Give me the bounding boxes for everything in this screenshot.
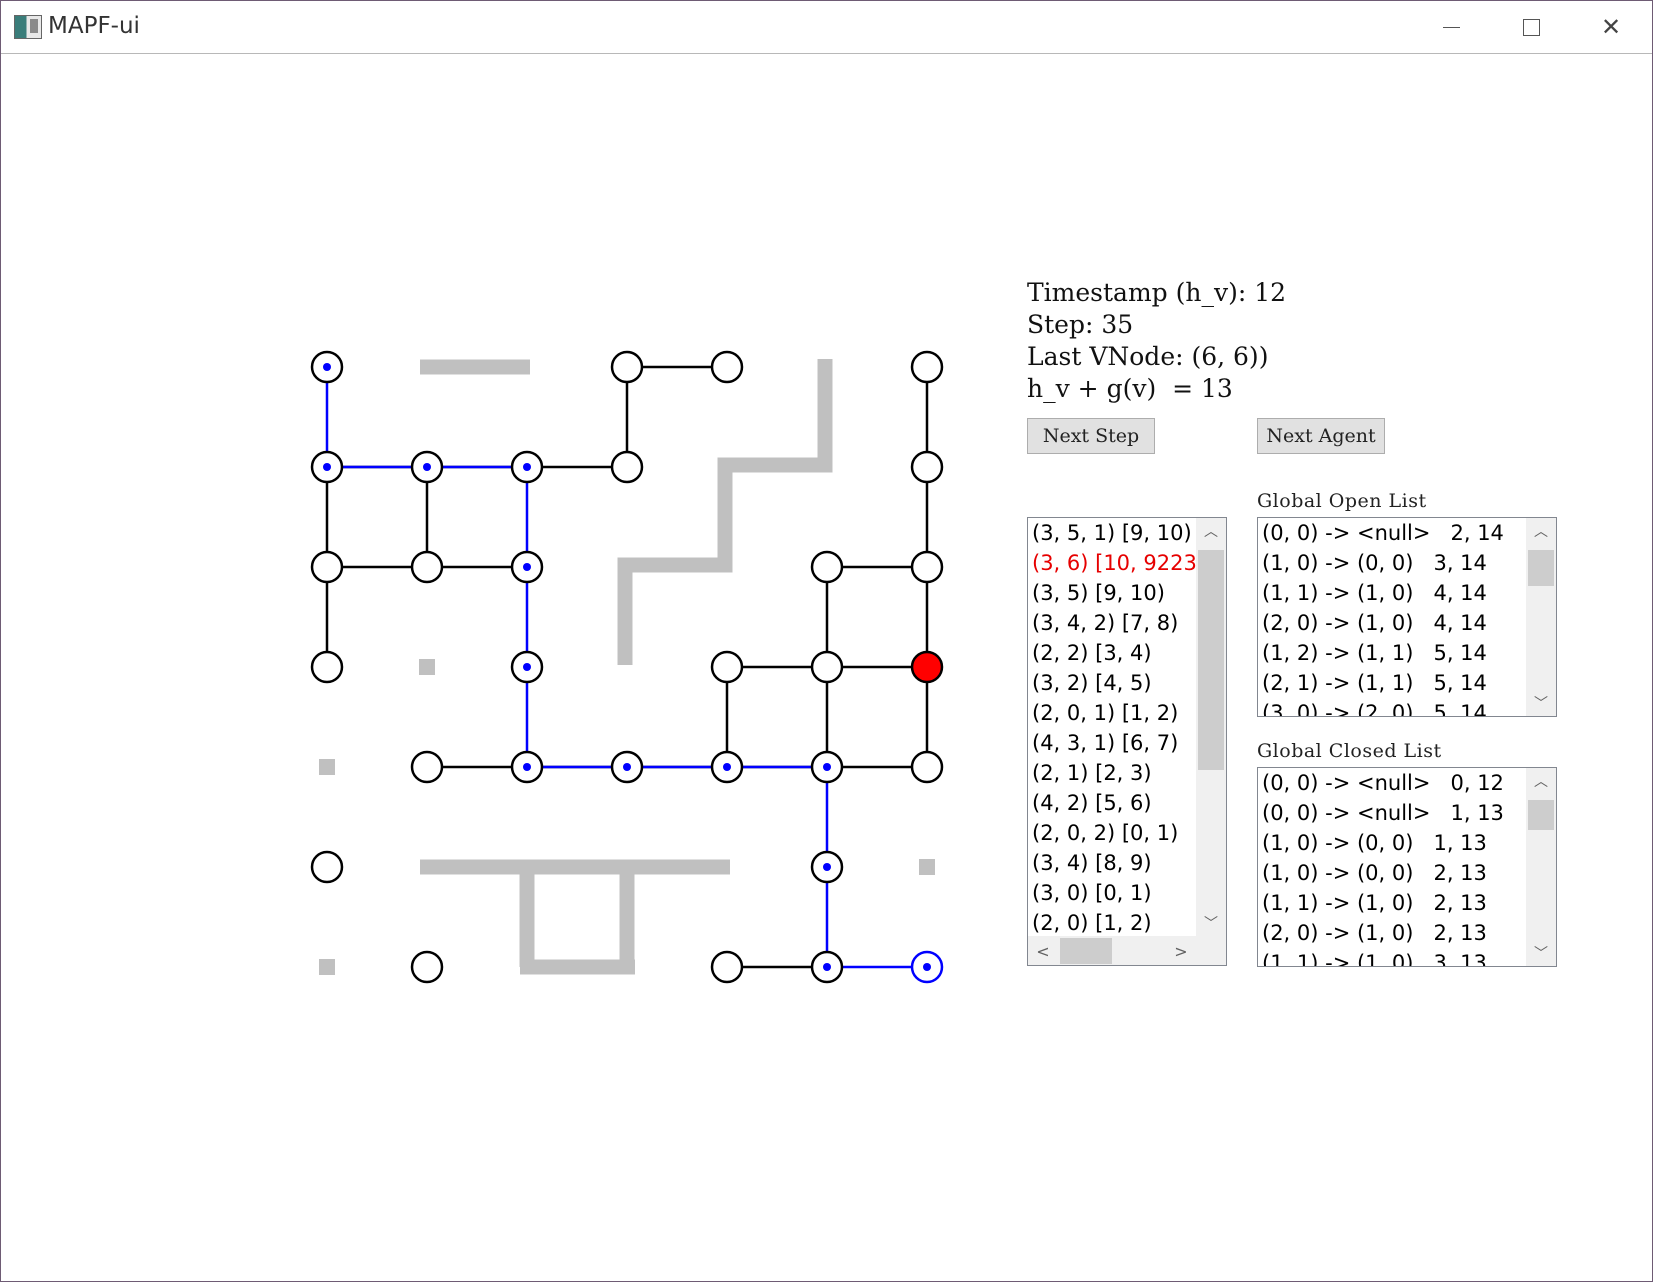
local-list[interactable]: (3, 5, 1) [9, 10)(3, 6) [10, 92233720368… (1027, 517, 1227, 966)
path-waypoint (623, 763, 631, 771)
next-agent-button[interactable]: Next Agent (1257, 418, 1385, 454)
open-list-title: Global Open List (1257, 490, 1427, 512)
path-waypoint (323, 363, 331, 371)
graph-node (610, 350, 644, 384)
list-item[interactable]: (2, 0) -> (1, 0) 4, 14 (1258, 608, 1504, 638)
path-waypoint (523, 763, 531, 771)
graph-node (410, 550, 444, 584)
scroll-right-icon[interactable]: > (1166, 936, 1196, 965)
path-waypoint (523, 463, 531, 471)
list-item[interactable]: (0, 0) -> <null> 1, 13 (1258, 798, 1504, 828)
local-list-vscrollbar[interactable]: ︿ ﹀ (1196, 518, 1226, 936)
closed-list-title: Global Closed List (1257, 740, 1442, 762)
list-item[interactable]: (1, 1) -> (1, 0) 4, 14 (1258, 578, 1504, 608)
open-list-vscrollbar[interactable]: ︿ ﹀ (1526, 518, 1556, 716)
path-waypoint (823, 963, 831, 971)
graph-node (710, 650, 744, 684)
graph-node (610, 450, 644, 484)
path-waypoint (723, 763, 731, 771)
path-waypoint (923, 963, 931, 971)
list-item[interactable]: (1, 0) -> (0, 0) 1, 13 (1258, 828, 1504, 858)
obstacle-wall (617, 359, 833, 665)
scroll-left-icon[interactable]: < (1028, 936, 1058, 965)
last-vnode-label: Last VNode: (6, 6)) (1027, 342, 1269, 371)
closed-list-items: (0, 0) -> <null> 0, 12 (0, 0) -> <null> 1… (1258, 768, 1504, 966)
path-waypoint (523, 663, 531, 671)
list-item[interactable]: (0, 0) -> <null> 2, 14 (1258, 518, 1504, 548)
graph-node (310, 550, 344, 584)
hscroll-thumb[interactable] (1060, 938, 1112, 964)
obstacle-block (319, 959, 335, 975)
graph-node (410, 950, 444, 984)
scroll-up-icon[interactable]: ︿ (1526, 518, 1556, 544)
graph-node (910, 450, 944, 484)
scroll-thumb[interactable] (1198, 550, 1224, 770)
scroll-down-icon[interactable]: ﹀ (1196, 910, 1226, 936)
obstacle-block (919, 859, 935, 875)
graph-node (710, 950, 744, 984)
graph-node (810, 650, 844, 684)
list-item[interactable]: (2, 1) -> (1, 1) 5, 14 (1258, 668, 1504, 698)
scroll-up-icon[interactable]: ︿ (1526, 768, 1556, 794)
timestamp-label: Timestamp (h_v): 12 (1027, 278, 1287, 307)
path-waypoint (823, 763, 831, 771)
path-waypoint (323, 463, 331, 471)
graph-node (310, 850, 344, 884)
graph-node (710, 350, 744, 384)
list-item[interactable]: (3, 0) -> (2, 0) 5, 14 (1258, 698, 1504, 716)
closed-list-vscrollbar[interactable]: ︿ ﹀ (1526, 768, 1556, 966)
obstacle-block (419, 659, 435, 675)
scroll-down-icon[interactable]: ﹀ (1526, 940, 1556, 966)
step-label: Step: 35 (1027, 310, 1134, 339)
path-waypoint (423, 463, 431, 471)
closed-list[interactable]: (0, 0) -> <null> 0, 12 (0, 0) -> <null> 1… (1257, 767, 1557, 967)
local-list-hscrollbar[interactable]: < > (1028, 936, 1226, 965)
list-item[interactable]: (1, 0) -> (0, 0) 2, 13 (1258, 858, 1504, 888)
path-waypoint (823, 863, 831, 871)
scroll-thumb[interactable] (1528, 800, 1554, 830)
list-item[interactable]: (2, 0) -> (1, 0) 2, 13 (1258, 918, 1504, 948)
list-item[interactable]: (1, 1) -> (1, 0) 2, 13 (1258, 888, 1504, 918)
next-step-button[interactable]: Next Step (1027, 418, 1155, 454)
cost-label: h_v + g(v) = 13 (1027, 374, 1233, 403)
list-item[interactable]: (1, 1) -> (1, 0) 3, 13 (1258, 948, 1504, 966)
scroll-thumb[interactable] (1528, 550, 1554, 586)
graph-node (310, 650, 344, 684)
scroll-up-icon[interactable]: ︿ (1196, 518, 1226, 544)
graph-node (910, 550, 944, 584)
scroll-down-icon[interactable]: ﹀ (1526, 690, 1556, 716)
list-item[interactable]: (1, 0) -> (0, 0) 3, 14 (1258, 548, 1504, 578)
path-waypoint (523, 563, 531, 571)
obstacle-block (319, 759, 335, 775)
graph-node (910, 350, 944, 384)
current-node (910, 650, 944, 684)
graph-node (410, 750, 444, 784)
graph-node (810, 550, 844, 584)
open-list[interactable]: (0, 0) -> <null> 2, 14 (1, 0) -> (0, 0) 3… (1257, 517, 1557, 717)
list-item[interactable]: (1, 2) -> (1, 1) 5, 14 (1258, 638, 1504, 668)
open-list-items: (0, 0) -> <null> 2, 14 (1, 0) -> (0, 0) 3… (1258, 518, 1504, 716)
graph-node (910, 750, 944, 784)
list-item[interactable]: (0, 0) -> <null> 0, 12 (1258, 768, 1504, 798)
